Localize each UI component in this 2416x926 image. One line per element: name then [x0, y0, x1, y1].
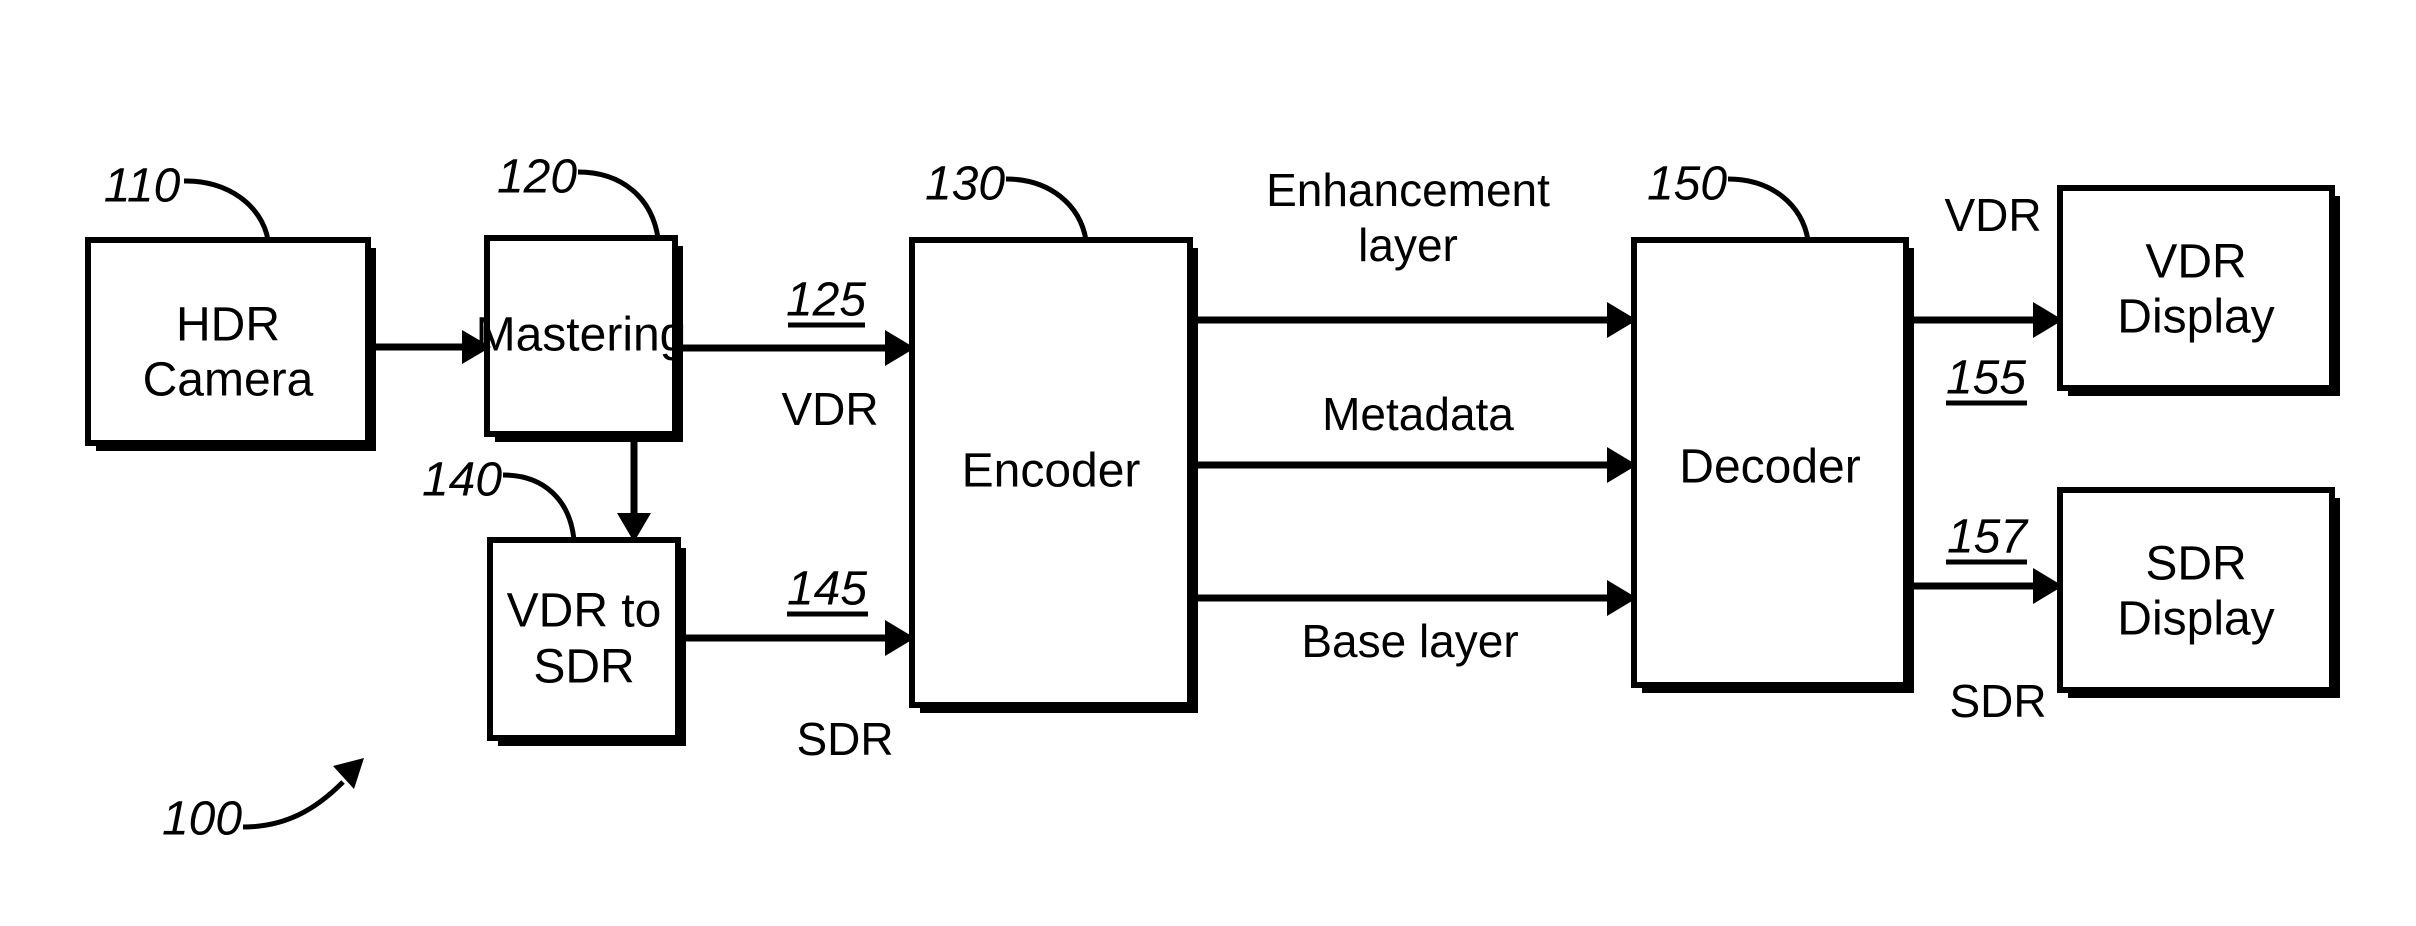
connector-camera-to-mastering [376, 330, 491, 364]
signal-ref-145: 145 [787, 563, 867, 616]
block-vdr-to-sdr: VDR to SDR [487, 537, 686, 746]
ref-number-110: 110 [104, 160, 181, 213]
figure-ref-100-group: 100 [162, 758, 364, 846]
connector-vdrsdr-to-encoder [686, 620, 915, 656]
ref-130-group: 130 [925, 158, 1089, 241]
block-hdr-camera: HDR Camera [85, 237, 376, 451]
hdr-camera-label-line1: HDR [176, 299, 280, 352]
block-mastering: Mastering [476, 235, 687, 442]
block-vdr-display: VDR Display [2057, 185, 2340, 396]
vdr-display-label-line1: VDR [2145, 236, 2246, 289]
ref-number-150: 150 [1647, 158, 1727, 211]
block-decoder: Decoder [1631, 237, 1914, 693]
connector-decoder-to-vdr-display: VDR 155 [1911, 189, 2063, 406]
sdr-display-label-line1: SDR [2145, 538, 2246, 591]
vdr-to-sdr-label-line2: SDR [533, 641, 634, 694]
hdr-camera-label-line2: Camera [143, 354, 314, 407]
ref-110-leader-line [183, 178, 271, 241]
block-sdr-display: SDR Display [2057, 487, 2340, 698]
figure-ref-100-leader-line [242, 780, 345, 830]
connector-mastering-to-encoder [683, 330, 915, 366]
block-encoder: Encoder [909, 237, 1198, 713]
enhancement-layer-label-line1: Enhancement [1266, 164, 1550, 216]
signal-format-sdr-encoder: SDR [796, 713, 893, 765]
block-diagram: HDR Camera 110 Mastering 120 VDR to SDR [85, 151, 2340, 846]
figure-ref-number-100: 100 [162, 793, 242, 846]
ref-110-group: 110 [104, 160, 271, 241]
enhancement-layer-label-line2: layer [1358, 219, 1458, 271]
decoder-label: Decoder [1679, 441, 1860, 494]
signal-format-sdr-display: SDR [1949, 675, 2046, 727]
vdr-to-sdr-label-line1: VDR to [507, 585, 662, 638]
ref-150-leader-line [1727, 176, 1811, 241]
connector-enhancement-layer: Enhancement layer [1194, 164, 1637, 338]
ref-140-group: 140 [422, 454, 577, 541]
connector-base-layer: Base layer [1194, 580, 1637, 667]
ref-140-leader-line [502, 472, 577, 541]
signal-145-group: 145 SDR [787, 563, 894, 765]
signal-ref-125: 125 [786, 274, 866, 327]
ref-number-130: 130 [925, 158, 1005, 211]
ref-number-120: 120 [497, 151, 577, 204]
ref-number-140: 140 [422, 454, 502, 507]
connector-mastering-to-vdrsdr [617, 442, 651, 542]
mastering-label-line1: Mastering [476, 309, 687, 362]
signal-ref-155: 155 [1946, 352, 2026, 405]
encoder-label: Encoder [962, 445, 1141, 498]
signal-format-vdr-encoder: VDR [781, 383, 878, 435]
connector-decoder-to-sdr-display: 157 SDR [1911, 511, 2063, 727]
figure-canvas: HDR Camera 110 Mastering 120 VDR to SDR [0, 0, 2416, 926]
base-layer-label: Base layer [1301, 615, 1518, 667]
connector-metadata: Metadata [1194, 388, 1637, 483]
signal-ref-157: 157 [1947, 511, 2029, 564]
ref-120-group: 120 [497, 151, 661, 239]
vdr-display-label-line2: Display [2117, 291, 2274, 344]
vdr-to-sdr-box [487, 537, 681, 741]
ref-120-leader-line [577, 169, 661, 239]
ref-130-leader-line [1005, 176, 1089, 241]
signal-125-group: 125 VDR [781, 274, 878, 435]
sdr-display-label-line2: Display [2117, 593, 2274, 646]
ref-150-group: 150 [1647, 158, 1811, 241]
metadata-label: Metadata [1322, 388, 1514, 440]
signal-format-vdr-display: VDR [1944, 189, 2041, 241]
